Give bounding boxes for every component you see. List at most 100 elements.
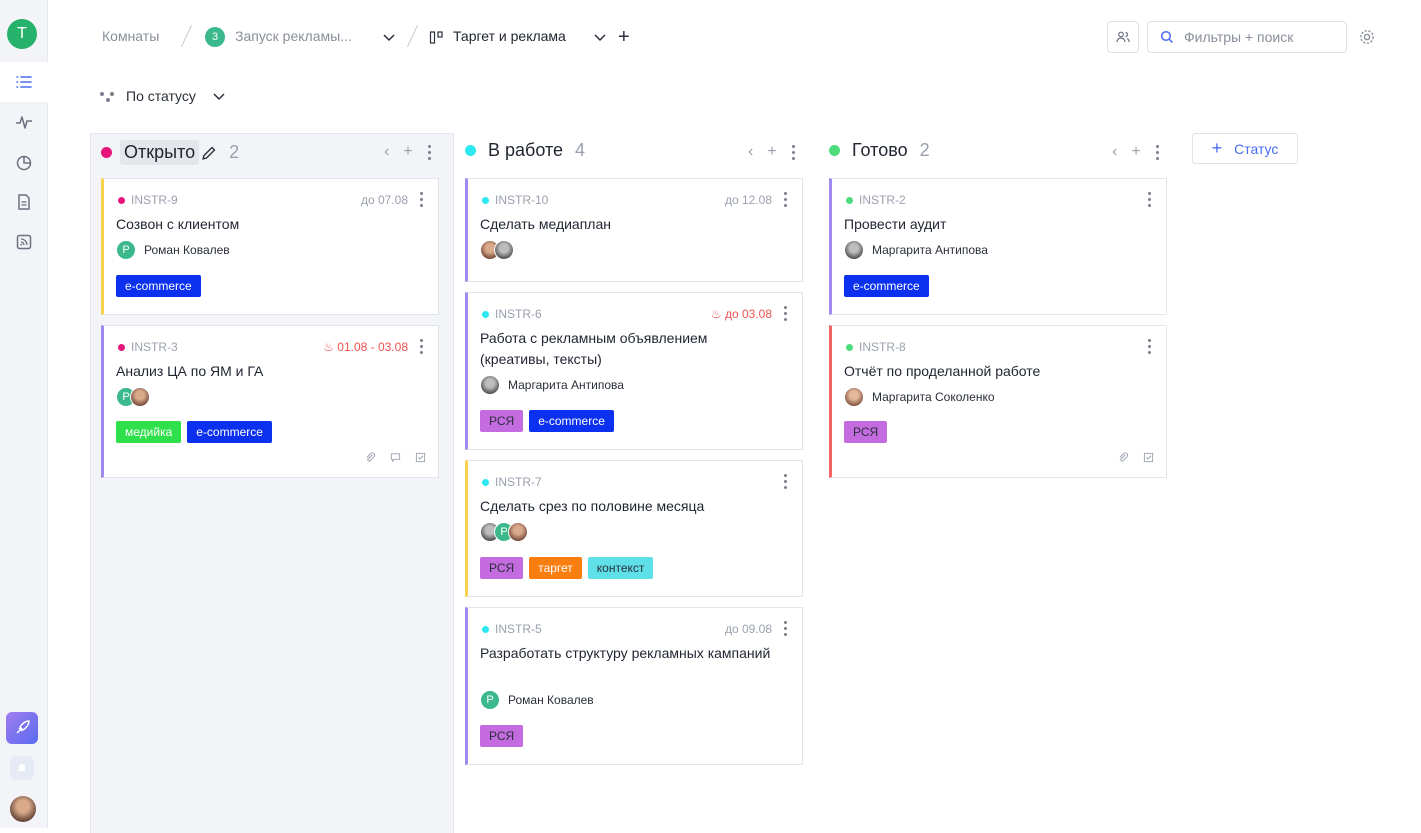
workspace-avatar[interactable]: T <box>7 19 37 49</box>
notifications-bell-icon[interactable] <box>10 756 34 780</box>
tag: РСЯ <box>480 410 524 432</box>
task-id: INSTR-10 <box>482 193 548 207</box>
topbar: Комнаты 3 Запуск рекламы... Таргет и рек… <box>48 0 1421 72</box>
assignee-name: Роман Ковалев <box>508 693 594 707</box>
status-dot <box>846 196 853 204</box>
task-card[interactable]: INSTR-6 ♨ до 03.08 Работа с рекламным об… <box>465 292 803 450</box>
chevron-down-icon[interactable] <box>382 30 396 44</box>
checklist-icon <box>415 452 426 463</box>
assignees: Р Роман Ковалев <box>116 240 230 260</box>
search-box[interactable] <box>1147 21 1347 53</box>
gear-icon[interactable] <box>1358 28 1376 46</box>
sidebar-item-reports[interactable] <box>0 142 48 182</box>
task-title: Провести аудит <box>844 216 947 232</box>
task-card[interactable]: INSTR-2 Провести аудит Маргарита Антипов… <box>829 178 1167 315</box>
card-menu-icon[interactable] <box>782 621 788 636</box>
breadcrumb-project[interactable]: Запуск рекламы... <box>235 28 352 44</box>
add-status-button[interactable]: + Статус <box>1192 133 1298 164</box>
comment-icon <box>390 453 401 463</box>
task-card[interactable]: INSTR-10 до 12.08 Сделать медиаплан <box>465 178 803 282</box>
status-dot <box>482 625 489 633</box>
task-id: INSTR-8 <box>846 340 906 354</box>
task-card[interactable]: INSTR-3 ♨ 01.08 - 03.08 Анализ ЦА по ЯМ … <box>101 325 439 478</box>
groupby-selector[interactable]: По статусу <box>98 88 226 104</box>
add-card-button[interactable]: + <box>767 143 776 161</box>
task-card[interactable]: INSTR-5 до 09.08 Разработать структуру р… <box>465 607 803 765</box>
user-avatar[interactable] <box>10 796 36 822</box>
task-id: INSTR-7 <box>482 475 542 489</box>
breadcrumb-board[interactable]: Таргет и реклама <box>453 28 566 44</box>
rocket-icon[interactable] <box>6 712 38 744</box>
task-card[interactable]: INSTR-8 Отчёт по проделанной работе Марг… <box>829 325 1167 478</box>
tags: медийка e-commerce <box>116 421 272 443</box>
tag: РСЯ <box>480 557 524 579</box>
add-card-button[interactable]: + <box>403 143 412 161</box>
task-id: INSTR-9 <box>118 193 178 207</box>
card-footer <box>1118 452 1154 463</box>
assignee-name: Маргарита Антипова <box>872 243 988 257</box>
tag: РСЯ <box>480 725 524 747</box>
column-count: 2 <box>919 140 930 160</box>
tags: e-commerce <box>844 275 929 297</box>
task-id: INSTR-5 <box>482 622 542 636</box>
card-menu-icon[interactable] <box>418 339 424 354</box>
column-tools-work: ‹ + <box>748 143 797 161</box>
assignees: Р <box>480 522 528 542</box>
column-title[interactable]: Открыто <box>120 140 200 165</box>
sidebar-item-docs[interactable] <box>0 182 48 222</box>
column-title[interactable]: В работе <box>488 140 563 161</box>
activity-icon <box>16 116 32 129</box>
checklist-icon <box>1143 452 1154 463</box>
status-dots-icon <box>100 92 114 102</box>
card-menu-icon[interactable] <box>782 192 788 207</box>
paperclip-icon <box>366 452 376 462</box>
card-menu-icon[interactable] <box>1146 339 1152 354</box>
members-button[interactable] <box>1107 21 1139 53</box>
task-title: Сделать медиаплан <box>480 216 611 232</box>
add-board-button[interactable]: + <box>618 26 630 49</box>
sidebar-item-feed[interactable] <box>0 222 48 262</box>
column-count: 4 <box>575 140 586 160</box>
breadcrumb-rooms[interactable]: Комнаты <box>102 28 159 44</box>
assignees: Маргарита Антипова <box>480 375 624 395</box>
sidebar-item-tasks[interactable] <box>0 62 48 102</box>
due-date: до 09.08 <box>724 622 772 636</box>
avatar: Р <box>116 240 136 260</box>
status-dot <box>846 343 853 351</box>
column-menu-icon[interactable] <box>427 144 433 160</box>
tag: медийка <box>116 421 182 443</box>
collapse-chevron-icon[interactable]: ‹ <box>748 143 753 161</box>
tag: e-commerce <box>529 410 614 432</box>
card-menu-icon[interactable] <box>782 306 788 321</box>
project-badge: 3 <box>205 27 225 47</box>
tag: e-commerce <box>844 275 929 297</box>
pencil-icon[interactable] <box>201 145 217 161</box>
tags: РСЯ <box>844 421 888 443</box>
task-title: Сделать срез по половине месяца <box>480 498 705 514</box>
sidebar: T <box>0 0 48 828</box>
task-card[interactable]: INSTR-9 до 07.08 Созвон с клиентом Р Ром… <box>101 178 439 315</box>
add-card-button[interactable]: + <box>1131 143 1140 161</box>
column-tools-open: ‹ + <box>384 143 433 161</box>
tag: e-commerce <box>116 275 201 297</box>
card-menu-icon[interactable] <box>418 192 424 207</box>
collapse-chevron-icon[interactable]: ‹ <box>1112 143 1117 161</box>
search-input[interactable] <box>1184 29 1334 45</box>
column-title[interactable]: Готово <box>852 140 908 161</box>
tag: e-commerce <box>187 421 272 443</box>
card-menu-icon[interactable] <box>1146 192 1152 207</box>
assignees: Р Роман Ковалев <box>480 690 594 710</box>
card-menu-icon[interactable] <box>782 474 788 489</box>
status-dot <box>482 196 489 204</box>
sidebar-item-activity[interactable] <box>0 102 48 142</box>
assignee-name: Маргарита Антипова <box>508 378 624 392</box>
due-date: до 12.08 <box>724 193 772 207</box>
collapse-chevron-icon[interactable]: ‹ <box>384 143 389 161</box>
groupby-label: По статусу <box>126 88 196 104</box>
chevron-down-icon[interactable] <box>593 30 607 44</box>
task-id: INSTR-2 <box>846 193 906 207</box>
task-card[interactable]: INSTR-7 Сделать срез по половине месяца … <box>465 460 803 597</box>
chevron-down-icon <box>213 93 225 101</box>
column-menu-icon[interactable] <box>1155 144 1161 160</box>
column-menu-icon[interactable] <box>791 144 797 160</box>
